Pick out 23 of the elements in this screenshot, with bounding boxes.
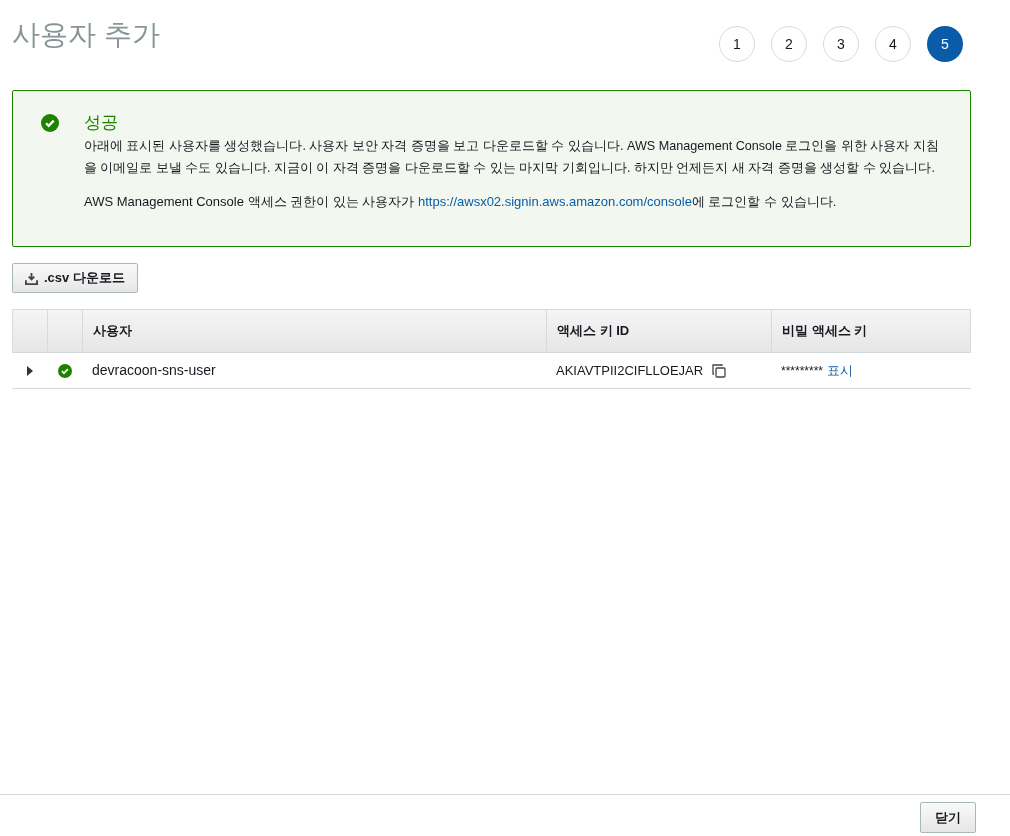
masked-secret-key: ********* bbox=[781, 361, 824, 380]
show-secret-link[interactable]: 표시 bbox=[827, 360, 854, 381]
step-indicator[interactable]: 1 bbox=[719, 26, 755, 62]
success-check-icon bbox=[41, 114, 59, 132]
column-header: 비밀 액세스 키 bbox=[782, 322, 868, 341]
column-header: 액세스 키 ID bbox=[557, 322, 630, 341]
step-indicator[interactable]: 4 bbox=[875, 26, 911, 62]
alert-message: 아래에 표시된 사용자를 생성했습니다. 사용자 보안 자격 증명을 보고 다운로드할 수 있습니다. AWS Management Console 로그인을 위한 사용자 지침을 이메일로 보낼 수도 있습니다. 지금이 이 자격 증명을 다운로드할 수 있는 마지막 기회입니다. 하지만 언제든지 새 자격 증명을 생성할 수 있습니다. bbox=[84, 138, 940, 177]
caret-right-icon[interactable] bbox=[25, 365, 34, 376]
csv-download-button[interactable]: .csv 다운로드 bbox=[12, 263, 138, 293]
step-indicator[interactable]: 5 bbox=[927, 26, 963, 62]
column-header: 사용자 bbox=[93, 322, 132, 341]
console-login-link[interactable]: https://awsx02.signin.aws.amazon.com/console bbox=[418, 194, 692, 209]
user-name: devracoon-sns-user bbox=[92, 362, 216, 378]
page-title: 사용자 추가 bbox=[12, 18, 160, 52]
step-indicator[interactable]: 3 bbox=[823, 26, 859, 62]
step-indicator[interactable]: 2 bbox=[771, 26, 807, 62]
copy-icon[interactable] bbox=[711, 362, 728, 379]
login-instructions: AWS Management Console 액세스 권한이 있는 사용자가 https://awsx02.signin.aws.amazon.com/console에 로그인할 수 있습니다. bbox=[84, 193, 838, 211]
alert-heading: 성공 bbox=[84, 112, 119, 134]
access-key-id: AKIAVTPII2CIFLLOEJAR bbox=[556, 361, 704, 380]
download-icon bbox=[25, 271, 38, 285]
close-button[interactable]: 닫기 bbox=[920, 802, 976, 833]
